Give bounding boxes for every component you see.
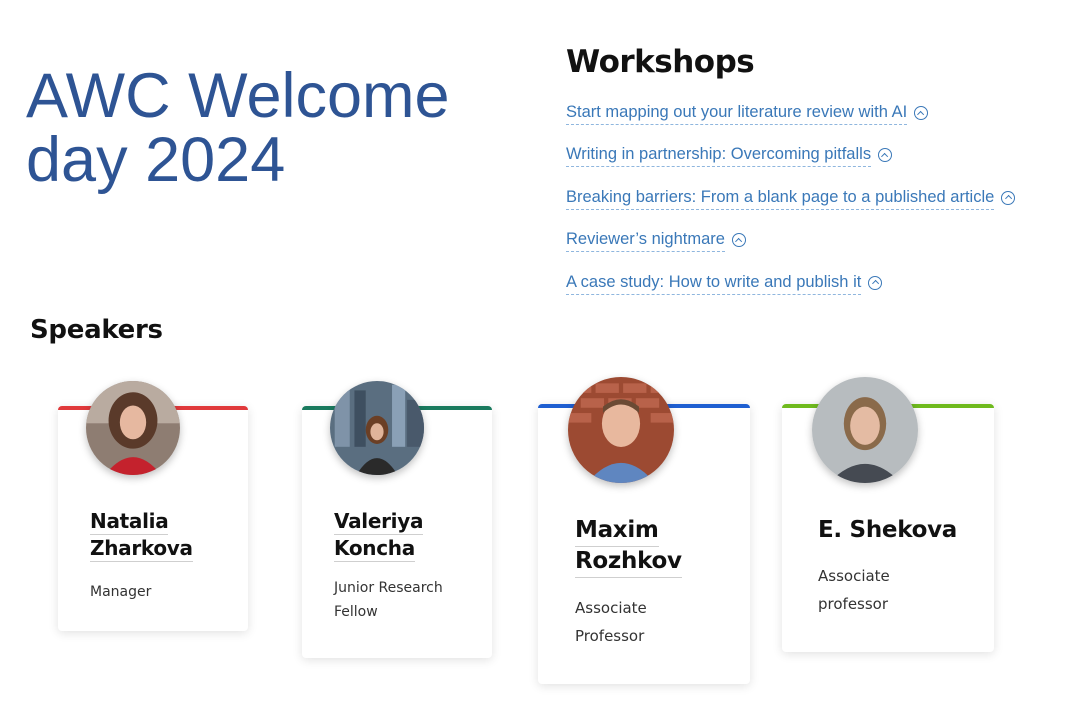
speaker-name: E. Shekova <box>818 516 957 546</box>
workshop-item: Writing in partnership: Overcoming pitfa… <box>566 145 1015 187</box>
speakers-heading: Speakers <box>30 315 163 345</box>
speaker-first-name: Valeriya <box>334 509 424 535</box>
speaker-role: Associate professor <box>818 567 890 613</box>
workshop-link-literature-review[interactable]: Start mapping out your literature review… <box>566 103 908 125</box>
avatar <box>812 377 918 483</box>
avatar-photo <box>568 377 674 483</box>
avatar <box>330 381 424 475</box>
avatar <box>568 377 674 483</box>
speaker-role: Associate Professor <box>575 599 647 645</box>
speaker-name: Maxim Rozhkov <box>575 516 682 578</box>
speaker-full-name: E. Shekova <box>818 517 957 543</box>
avatar <box>86 381 180 475</box>
avatar-photo <box>812 377 918 483</box>
avatar-photo <box>330 381 424 475</box>
speaker-role: Junior Research Fellow <box>334 580 443 620</box>
speaker-last-name: Koncha <box>334 536 415 562</box>
workshop-list: Start mapping out your literature review… <box>566 103 1016 315</box>
workshop-link-case-study[interactable]: A case study: How to write and publish i… <box>566 273 862 295</box>
workshop-item: A case study: How to write and publish i… <box>566 273 1015 315</box>
speaker-last-name: Rozhkov <box>575 547 682 578</box>
chevron-up-circle-icon[interactable] <box>914 106 929 120</box>
speaker-role: Manager <box>90 584 152 600</box>
page-title-line1: AWC Welcome <box>26 61 450 131</box>
chevron-up-circle-icon[interactable] <box>731 233 746 248</box>
speaker-last-name: Zharkova <box>90 536 193 562</box>
speaker-first-name: Natalia <box>90 509 169 535</box>
chevron-up-circle-icon[interactable] <box>878 148 893 163</box>
workshops-heading: Workshops <box>566 44 755 80</box>
page-title: AWC Welcome day 2024 <box>26 64 506 192</box>
speaker-name: Valeriya Koncha <box>334 508 423 562</box>
workshop-item: Reviewer’s nightmare <box>566 230 1015 272</box>
page-title-line2: day 2024 <box>26 125 286 195</box>
workshop-item: Start mapping out your literature review… <box>566 103 1015 145</box>
speaker-name: Natalia Zharkova <box>90 508 193 562</box>
workshop-item: Breaking barriers: From a blank page to … <box>566 188 1016 230</box>
chevron-up-circle-icon[interactable] <box>868 275 883 290</box>
speaker-first-name: Maxim <box>575 516 659 547</box>
chevron-up-circle-icon[interactable] <box>1001 190 1016 205</box>
workshop-link-breaking-barriers[interactable]: Breaking barriers: From a blank page to … <box>566 188 995 210</box>
avatar-photo <box>86 381 180 475</box>
workshop-link-writing-partnership[interactable]: Writing in partnership: Overcoming pitfa… <box>566 145 872 168</box>
workshop-link-reviewers-nightmare[interactable]: Reviewer’s nightmare <box>566 230 725 253</box>
